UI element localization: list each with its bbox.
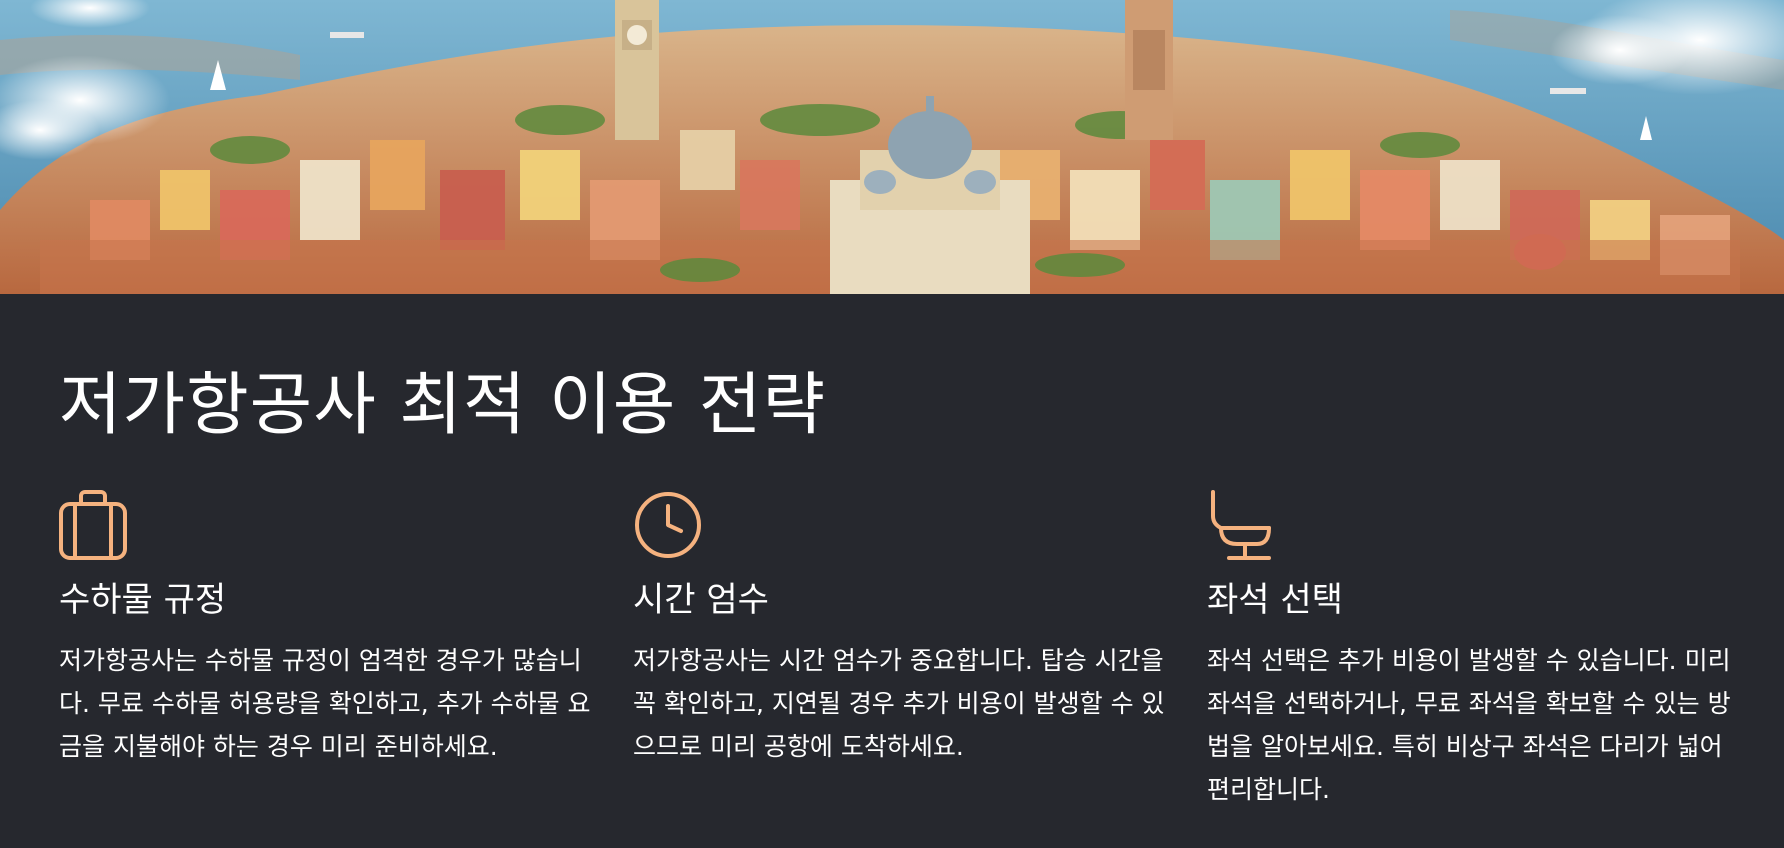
clock-icon bbox=[635, 492, 701, 558]
luggage-icon bbox=[59, 490, 127, 560]
content-section: 저가항공사 최적 이용 전략 수하물 규정 저가항공사는 수하물 규정이 엄격한… bbox=[0, 294, 1784, 848]
feature-seat-selection: 좌석 선택 좌석 선택은 추가 비용이 발생할 수 있습니다. 미리 좌석을 선… bbox=[1207, 490, 1747, 811]
feature-punctuality: 시간 엄수 저가항공사는 시간 엄수가 중요합니다. 탑승 시간을 꼭 확인하고… bbox=[633, 490, 1173, 768]
city-illustration bbox=[0, 0, 1784, 294]
feature-description: 좌석 선택은 추가 비용이 발생할 수 있습니다. 미리 좌석을 선택하거나, … bbox=[1207, 645, 1731, 804]
feature-description: 저가항공사는 수하물 규정이 엄격한 경우가 많습니다. 무료 수하물 허용량을… bbox=[59, 645, 591, 761]
feature-description: 저가항공사는 시간 엄수가 중요합니다. 탑승 시간을 꼭 확인하고, 지연될 … bbox=[633, 645, 1165, 761]
seat-icon bbox=[1211, 490, 1271, 560]
feature-heading: 수하물 규정 bbox=[59, 580, 227, 620]
feature-heading: 시간 엄수 bbox=[633, 580, 769, 620]
feature-heading: 좌석 선택 bbox=[1207, 580, 1343, 620]
feature-baggage: 수하물 규정 저가항공사는 수하물 규정이 엄격한 경우가 많습니다. 무료 수… bbox=[59, 490, 599, 768]
page: 저가항공사 최적 이용 전략 수하물 규정 저가항공사는 수하물 규정이 엄격한… bbox=[0, 0, 1784, 848]
hero-image bbox=[0, 0, 1784, 294]
section-title: 저가항공사 최적 이용 전략 bbox=[59, 366, 827, 445]
